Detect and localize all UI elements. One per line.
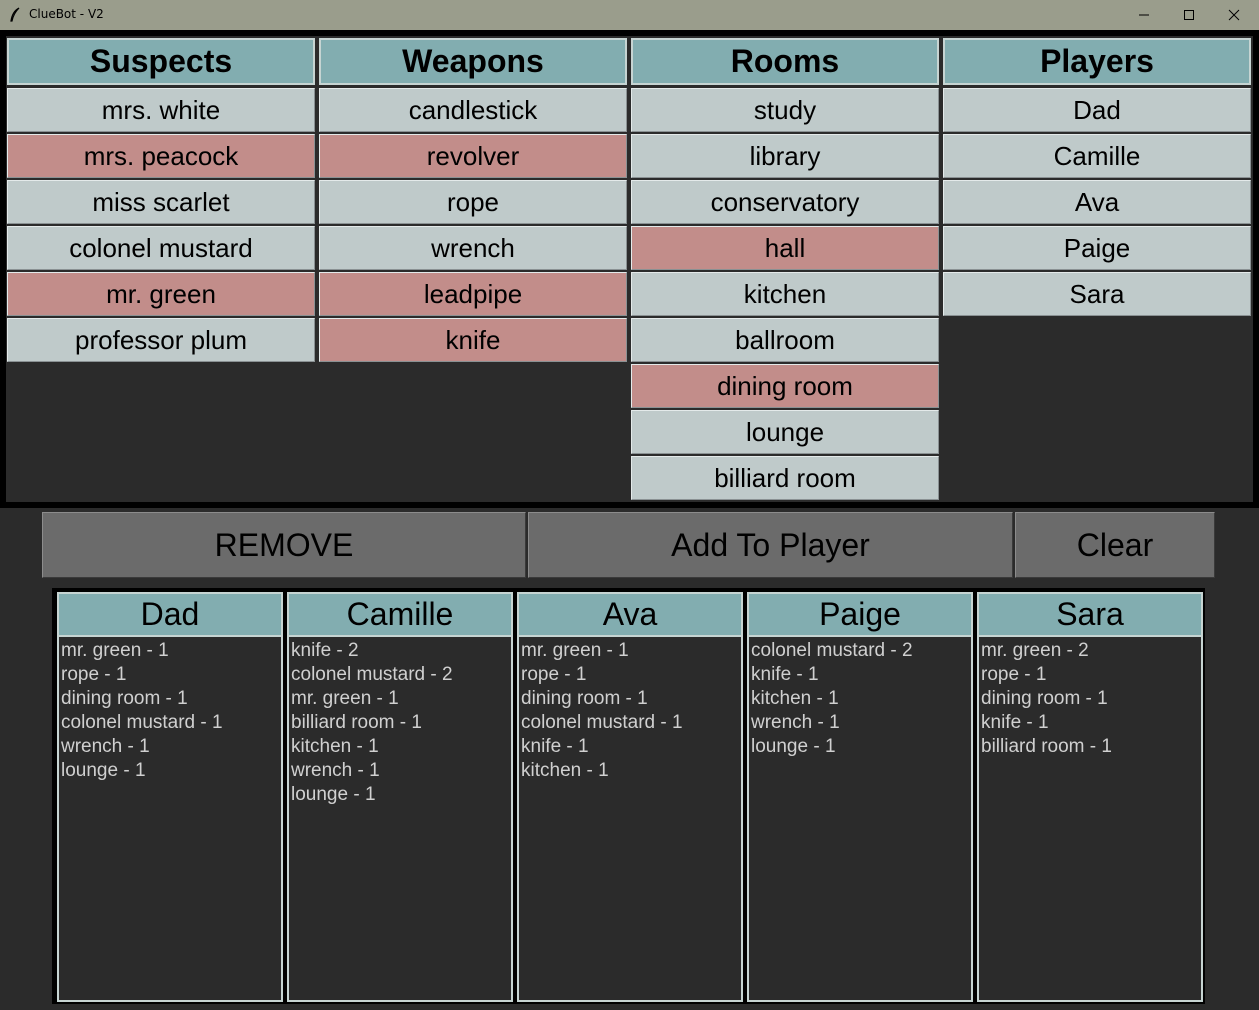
player-card-entry: billiard room - 1 <box>291 712 422 733</box>
remove-button[interactable]: REMOVE <box>42 512 526 578</box>
player-card-entry: wrench - 1 <box>291 760 380 781</box>
window-title: ClueBot - V2 <box>29 7 104 21</box>
maximize-icon <box>1184 10 1194 20</box>
player-card-entry: kitchen - 1 <box>751 688 839 709</box>
title-bar: ClueBot - V2 <box>0 0 1259 30</box>
player-card-entry: colonel mustard - 1 <box>521 712 683 733</box>
rooms-item[interactable]: study <box>631 88 939 132</box>
minimize-button[interactable] <box>1121 0 1167 30</box>
rooms-item[interactable]: library <box>631 134 939 178</box>
player-card-entry: mr. green - 1 <box>61 640 169 661</box>
player-card-list[interactable]: colonel mustard - 2 knife - 1 kitchen - 1 w… <box>747 637 973 1002</box>
clear-button[interactable]: Clear <box>1015 512 1215 578</box>
player-card-list[interactable]: mr. green - 1 rope - 1 dining room - 1 colo… <box>57 637 283 1002</box>
player-card-entry: knife - 1 <box>981 712 1049 733</box>
suspects-item[interactable]: miss scarlet <box>7 180 315 224</box>
player-card-entry: colonel mustard - 1 <box>61 712 223 733</box>
weapons-item[interactable]: revolver <box>319 134 627 178</box>
player-card-entry: rope - 1 <box>981 664 1047 685</box>
suspects-item[interactable]: colonel mustard <box>7 226 315 270</box>
player-card: Sara mr. green - 2 rope - 1 dining room - 1… <box>977 592 1203 1002</box>
player-card-list[interactable]: knife - 2 colonel mustard - 2 mr. green - … <box>287 637 513 1002</box>
suspects-item[interactable]: mr. green <box>7 272 315 316</box>
column-header-rooms: Rooms <box>631 38 939 85</box>
player-card-entry: dining room - 1 <box>981 688 1108 709</box>
weapons-item[interactable]: rope <box>319 180 627 224</box>
selection-grid: Suspects mrs. white mrs. peacock miss scarl… <box>6 36 1253 502</box>
player-card-entry: knife - 2 <box>291 640 359 661</box>
weapons-item[interactable]: knife <box>319 318 627 362</box>
players-item[interactable]: Paige <box>943 226 1251 270</box>
player-card-entry: wrench - 1 <box>751 712 840 733</box>
player-card-entry: kitchen - 1 <box>521 760 609 781</box>
player-card-entry: dining room - 1 <box>521 688 648 709</box>
player-card-title: Ava <box>517 592 743 637</box>
player-card-entry: wrench - 1 <box>61 736 150 757</box>
rooms-item[interactable]: kitchen <box>631 272 939 316</box>
weapons-item[interactable]: candlestick <box>319 88 627 132</box>
weapons-item[interactable]: leadpipe <box>319 272 627 316</box>
player-card-entry: mr. green - 2 <box>981 640 1089 661</box>
suspects-item[interactable]: mrs. white <box>7 88 315 132</box>
player-card-title: Camille <box>287 592 513 637</box>
maximize-button[interactable] <box>1166 0 1212 30</box>
player-card: Paige colonel mustard - 2 knife - 1 kitchen… <box>747 592 973 1002</box>
player-card-entry: lounge - 1 <box>61 760 146 781</box>
player-card-entry: knife - 1 <box>521 736 589 757</box>
player-card-entry: billiard room - 1 <box>981 736 1112 757</box>
rooms-item[interactable]: conservatory <box>631 180 939 224</box>
player-card-entry: colonel mustard - 2 <box>751 640 913 661</box>
rooms-item[interactable]: dining room <box>631 364 939 408</box>
player-card: Ava mr. green - 1 rope - 1 dining room - 1 c… <box>517 592 743 1002</box>
rooms-item[interactable]: billiard room <box>631 456 939 500</box>
selection-panel: Suspects mrs. white mrs. peacock miss scarl… <box>0 30 1259 508</box>
minimize-icon <box>1139 14 1149 16</box>
player-card-entry: kitchen - 1 <box>291 736 379 757</box>
rooms-item[interactable]: ballroom <box>631 318 939 362</box>
player-card-list[interactable]: mr. green - 2 rope - 1 dining room - 1 knif… <box>977 637 1203 1002</box>
column-header-weapons: Weapons <box>319 38 627 85</box>
feather-icon <box>10 7 20 22</box>
player-card-entry: lounge - 1 <box>291 784 376 805</box>
players-item[interactable]: Ava <box>943 180 1251 224</box>
close-button[interactable] <box>1211 0 1257 30</box>
player-card-entry: lounge - 1 <box>751 736 836 757</box>
player-card-title: Dad <box>57 592 283 637</box>
player-card-entry: mr. green - 1 <box>291 688 399 709</box>
add-to-player-button[interactable]: Add To Player <box>528 512 1013 578</box>
player-card-entry: colonel mustard - 2 <box>291 664 453 685</box>
player-card-entry: knife - 1 <box>751 664 819 685</box>
column-header-suspects: Suspects <box>7 38 315 85</box>
rooms-item[interactable]: lounge <box>631 410 939 454</box>
player-card-title: Sara <box>977 592 1203 637</box>
player-card-entry: mr. green - 1 <box>521 640 629 661</box>
player-card-title: Paige <box>747 592 973 637</box>
weapons-item[interactable]: wrench <box>319 226 627 270</box>
players-item[interactable]: Dad <box>943 88 1251 132</box>
player-card-entry: rope - 1 <box>61 664 127 685</box>
column-header-players: Players <box>943 38 1251 85</box>
players-item[interactable]: Camille <box>943 134 1251 178</box>
close-icon <box>1228 9 1240 21</box>
player-card: Dad mr. green - 1 rope - 1 dining room - 1 c… <box>57 592 283 1002</box>
suspects-item[interactable]: professor plum <box>7 318 315 362</box>
players-item[interactable]: Sara <box>943 272 1251 316</box>
suspects-item[interactable]: mrs. peacock <box>7 134 315 178</box>
player-card-list[interactable]: mr. green - 1 rope - 1 dining room - 1 colo… <box>517 637 743 1002</box>
rooms-item[interactable]: hall <box>631 226 939 270</box>
player-card: Camille knife - 2 colonel mustard - 2 mr. g… <box>287 592 513 1002</box>
player-card-entry: dining room - 1 <box>61 688 188 709</box>
player-card-entry: rope - 1 <box>521 664 587 685</box>
